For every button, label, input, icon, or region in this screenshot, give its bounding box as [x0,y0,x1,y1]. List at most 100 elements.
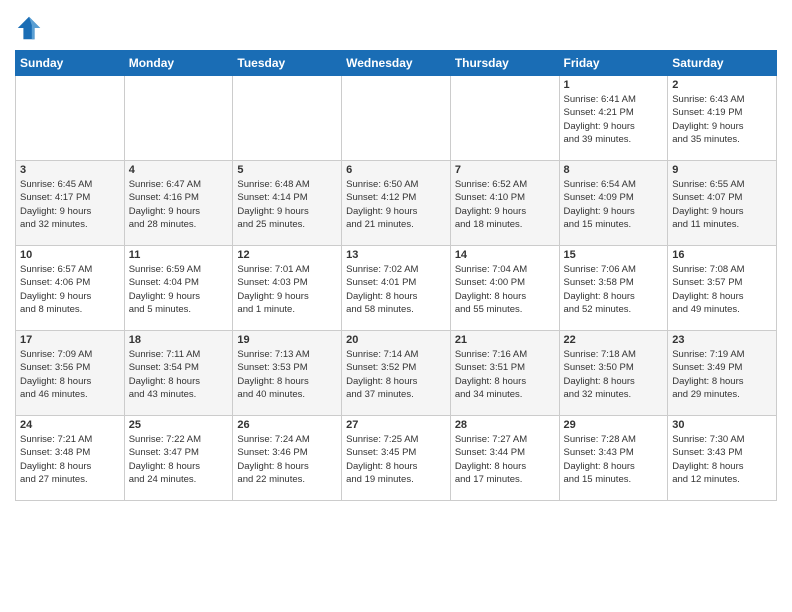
day-cell: 20 Sunrise: 7:14 AM Sunset: 3:52 PM Dayli… [342,331,451,416]
day-number: 14 [455,249,555,261]
day-info: Sunrise: 7:08 AM Sunset: 3:57 PM Dayligh… [672,263,772,316]
day-info: Sunrise: 7:02 AM Sunset: 4:01 PM Dayligh… [346,263,446,316]
day-cell: 23Sunrise: 7:19 AM Sunset: 3:49 PM Dayli… [668,331,777,416]
day-info: Sunrise: 7:28 AM Sunset: 3:43 PM Dayligh… [564,433,664,486]
day-cell: 12 Sunrise: 7:01 AM Sunset: 4:03 PM Dayli… [233,246,342,331]
day-info: Sunrise: 6:54 AM Sunset: 4:09 PM Dayligh… [564,178,664,231]
logo-icon [15,14,43,42]
day-info: Sunrise: 6:43 AM Sunset: 4:19 PM Dayligh… [672,93,772,146]
day-number: 24 [20,419,120,431]
day-number: 16 [672,249,772,261]
day-number: 5 [237,164,337,176]
day-info: Sunrise: 6:50 AM Sunset: 4:12 PM Dayligh… [346,178,446,231]
day-cell: 27 Sunrise: 7:25 AM Sunset: 3:45 PM Dayli… [342,416,451,501]
day-cell: 8 Sunrise: 6:54 AM Sunset: 4:09 PM Daylig… [559,161,668,246]
day-number: 6 [346,164,446,176]
day-info: Sunrise: 7:30 AM Sunset: 3:43 PM Dayligh… [672,433,772,486]
week-row-0: 1 Sunrise: 6:41 AM Sunset: 4:21 PM Daylig… [16,76,777,161]
header-wednesday: Wednesday [342,51,451,76]
week-row-1: 3Sunrise: 6:45 AM Sunset: 4:17 PM Daylig… [16,161,777,246]
day-info: Sunrise: 6:55 AM Sunset: 4:07 PM Dayligh… [672,178,772,231]
day-info: Sunrise: 6:52 AM Sunset: 4:10 PM Dayligh… [455,178,555,231]
day-number: 18 [129,334,229,346]
day-number: 2 [672,79,772,91]
header-friday: Friday [559,51,668,76]
day-number: 30 [672,419,772,431]
day-number: 19 [237,334,337,346]
day-cell: 4 Sunrise: 6:47 AM Sunset: 4:16 PM Daylig… [124,161,233,246]
day-number: 12 [237,249,337,261]
day-cell: 10 Sunrise: 6:57 AM Sunset: 4:06 PM Dayli… [16,246,125,331]
day-info: Sunrise: 7:01 AM Sunset: 4:03 PM Dayligh… [237,263,337,316]
header-tuesday: Tuesday [233,51,342,76]
day-number: 7 [455,164,555,176]
day-info: Sunrise: 7:04 AM Sunset: 4:00 PM Dayligh… [455,263,555,316]
day-info: Sunrise: 7:16 AM Sunset: 3:51 PM Dayligh… [455,348,555,401]
header [15,10,777,42]
day-cell: 16 Sunrise: 7:08 AM Sunset: 3:57 PM Dayli… [668,246,777,331]
day-info: Sunrise: 7:06 AM Sunset: 3:58 PM Dayligh… [564,263,664,316]
day-cell: 14 Sunrise: 7:04 AM Sunset: 4:00 PM Dayli… [450,246,559,331]
week-row-4: 24 Sunrise: 7:21 AM Sunset: 3:48 PM Dayli… [16,416,777,501]
day-number: 3 [20,164,120,176]
day-cell: 21 Sunrise: 7:16 AM Sunset: 3:51 PM Dayli… [450,331,559,416]
day-cell: 30 Sunrise: 7:30 AM Sunset: 3:43 PM Dayli… [668,416,777,501]
day-cell: 25Sunrise: 7:22 AM Sunset: 3:47 PM Dayli… [124,416,233,501]
day-info: Sunrise: 7:18 AM Sunset: 3:50 PM Dayligh… [564,348,664,401]
header-monday: Monday [124,51,233,76]
day-number: 20 [346,334,446,346]
day-number: 10 [20,249,120,261]
calendar: SundayMondayTuesdayWednesdayThursdayFrid… [15,50,777,501]
day-cell [450,76,559,161]
day-number: 8 [564,164,664,176]
day-number: 11 [129,249,229,261]
day-info: Sunrise: 7:27 AM Sunset: 3:44 PM Dayligh… [455,433,555,486]
day-cell: 29 Sunrise: 7:28 AM Sunset: 3:43 PM Dayli… [559,416,668,501]
header-thursday: Thursday [450,51,559,76]
day-cell: 18 Sunrise: 7:11 AM Sunset: 3:54 PM Dayli… [124,331,233,416]
day-cell: 3Sunrise: 6:45 AM Sunset: 4:17 PM Daylig… [16,161,125,246]
day-cell: 24 Sunrise: 7:21 AM Sunset: 3:48 PM Dayli… [16,416,125,501]
header-saturday: Saturday [668,51,777,76]
day-number: 4 [129,164,229,176]
day-cell: 9 Sunrise: 6:55 AM Sunset: 4:07 PM Daylig… [668,161,777,246]
day-cell: 28 Sunrise: 7:27 AM Sunset: 3:44 PM Dayli… [450,416,559,501]
day-number: 26 [237,419,337,431]
day-info: Sunrise: 7:24 AM Sunset: 3:46 PM Dayligh… [237,433,337,486]
day-cell: 13Sunrise: 7:02 AM Sunset: 4:01 PM Dayli… [342,246,451,331]
day-cell: 15 Sunrise: 7:06 AM Sunset: 3:58 PM Dayli… [559,246,668,331]
week-row-2: 10 Sunrise: 6:57 AM Sunset: 4:06 PM Dayli… [16,246,777,331]
day-cell [124,76,233,161]
day-cell: 5 Sunrise: 6:48 AM Sunset: 4:14 PM Daylig… [233,161,342,246]
day-cell: 6 Sunrise: 6:50 AM Sunset: 4:12 PM Daylig… [342,161,451,246]
day-cell [342,76,451,161]
day-cell: 26 Sunrise: 7:24 AM Sunset: 3:46 PM Dayli… [233,416,342,501]
logo [15,14,47,42]
day-number: 29 [564,419,664,431]
day-cell: 11 Sunrise: 6:59 AM Sunset: 4:04 PM Dayli… [124,246,233,331]
day-info: Sunrise: 6:48 AM Sunset: 4:14 PM Dayligh… [237,178,337,231]
day-number: 27 [346,419,446,431]
day-number: 9 [672,164,772,176]
day-number: 23 [672,334,772,346]
day-number: 1 [564,79,664,91]
page: SundayMondayTuesdayWednesdayThursdayFrid… [0,0,792,612]
day-info: Sunrise: 7:21 AM Sunset: 3:48 PM Dayligh… [20,433,120,486]
day-number: 21 [455,334,555,346]
day-cell: 1 Sunrise: 6:41 AM Sunset: 4:21 PM Daylig… [559,76,668,161]
day-info: Sunrise: 6:47 AM Sunset: 4:16 PM Dayligh… [129,178,229,231]
day-info: Sunrise: 6:59 AM Sunset: 4:04 PM Dayligh… [129,263,229,316]
day-info: Sunrise: 7:25 AM Sunset: 3:45 PM Dayligh… [346,433,446,486]
day-info: Sunrise: 7:11 AM Sunset: 3:54 PM Dayligh… [129,348,229,401]
day-number: 22 [564,334,664,346]
day-info: Sunrise: 7:14 AM Sunset: 3:52 PM Dayligh… [346,348,446,401]
calendar-header-row: SundayMondayTuesdayWednesdayThursdayFrid… [16,51,777,76]
day-number: 15 [564,249,664,261]
day-info: Sunrise: 6:57 AM Sunset: 4:06 PM Dayligh… [20,263,120,316]
day-cell: 22 Sunrise: 7:18 AM Sunset: 3:50 PM Dayli… [559,331,668,416]
day-cell [233,76,342,161]
day-cell [16,76,125,161]
day-cell: 7 Sunrise: 6:52 AM Sunset: 4:10 PM Daylig… [450,161,559,246]
day-info: Sunrise: 6:41 AM Sunset: 4:21 PM Dayligh… [564,93,664,146]
day-number: 28 [455,419,555,431]
